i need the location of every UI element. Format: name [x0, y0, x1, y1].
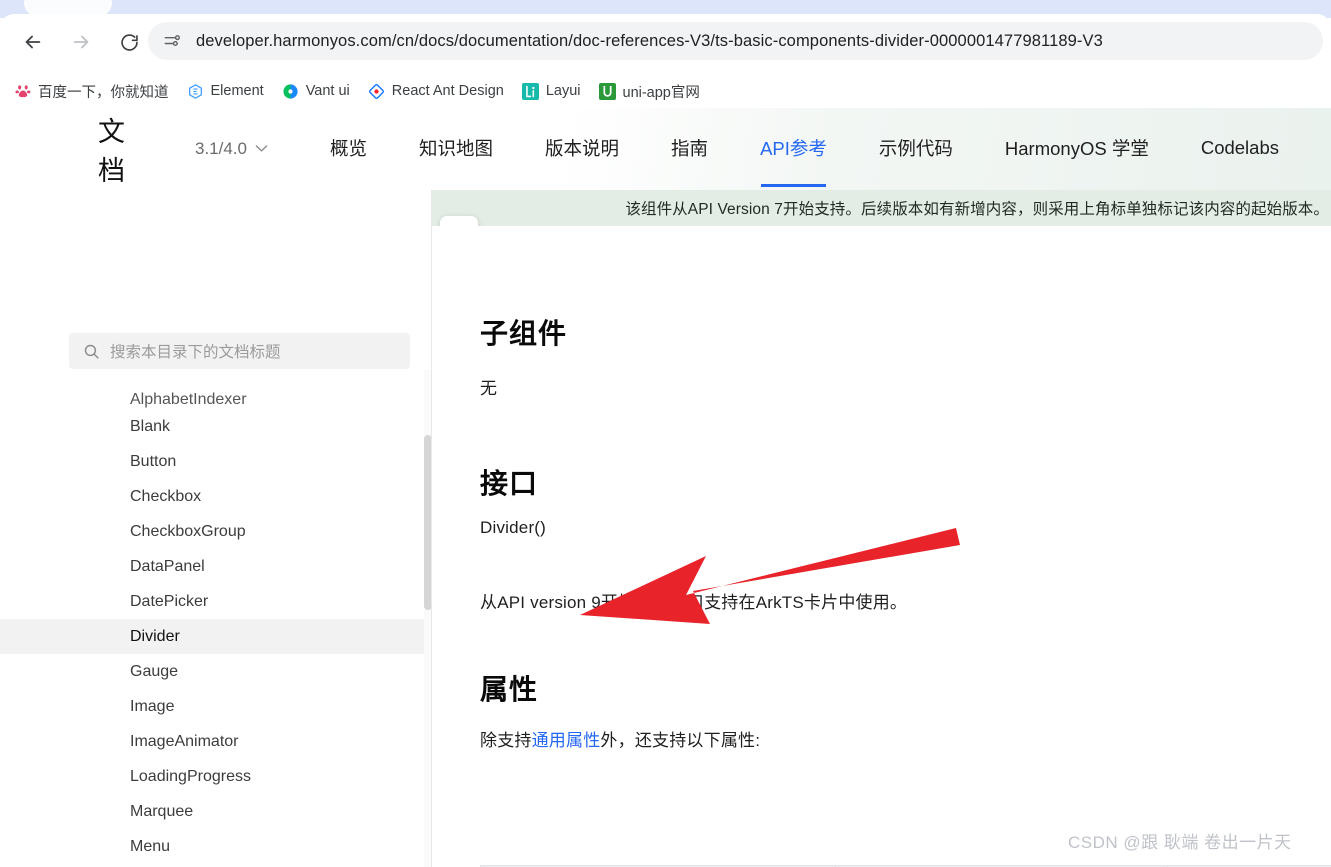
- baidu-favicon: [14, 83, 31, 100]
- bookmarks-bar: 百度一下，你就知道 Element Vant ui React Ant Desi…: [0, 76, 1331, 106]
- bookmark-uniapp[interactable]: uni-app官网: [598, 81, 700, 102]
- bookmark-baidu[interactable]: 百度一下，你就知道: [14, 81, 169, 102]
- sidebar-item-datapanel[interactable]: DataPanel: [0, 549, 425, 584]
- bookmark-layui[interactable]: Layui: [521, 82, 581, 100]
- sidebar-item-label: ImageAnimator: [130, 732, 239, 750]
- back-arrow-icon[interactable]: [16, 25, 50, 59]
- layui-favicon: [521, 82, 539, 100]
- subcomponent-body: 无: [480, 379, 498, 398]
- address-bar-url[interactable]: developer.harmonyos.com/cn/docs/document…: [196, 32, 1103, 51]
- sidebar-item-label: Divider: [130, 627, 180, 645]
- site-nav-item-api-reference[interactable]: API参考: [760, 135, 827, 187]
- attributes-intro-after: 外，还支持以下属性:: [600, 731, 761, 750]
- antdesign-favicon: [368, 83, 385, 100]
- sidebar-item-loadingprogress[interactable]: LoadingProgress: [0, 759, 425, 794]
- sidebar-item-gauge[interactable]: Gauge: [0, 654, 425, 689]
- sidebar-item-alphabetindexer[interactable]: AlphabetIndexer: [0, 385, 425, 409]
- csdn-watermark: CSDN @跟 耿端 卷出一片天: [1068, 833, 1292, 852]
- sidebar-scrollbar-thumb[interactable]: [424, 435, 431, 610]
- sidebar-item-imageanimator[interactable]: ImageAnimator: [0, 724, 425, 759]
- sidebar-item-blank[interactable]: Blank: [0, 409, 425, 444]
- bookmark-label: 百度一下，你就知道: [38, 84, 169, 101]
- site-nav-item-harmonyos-academy[interactable]: HarmonyOS 学堂: [1005, 135, 1149, 163]
- sidebar-item-datepicker[interactable]: DatePicker: [0, 584, 425, 619]
- bookmark-label: React Ant Design: [391, 83, 504, 99]
- site-nav: 概览 知识地图 版本说明 指南 API参考 示例代码 HarmonyOS 学堂 …: [330, 135, 1331, 187]
- site-nav-item-release-notes[interactable]: 版本说明: [545, 135, 619, 163]
- common-attributes-link[interactable]: 通用属性: [532, 731, 601, 750]
- site-nav-item-codelabs[interactable]: Codelabs: [1201, 137, 1279, 161]
- sidebar-item-label: DataPanel: [130, 557, 205, 575]
- version-selector-value: 3.1/4.0: [195, 139, 247, 158]
- vant-favicon: [282, 83, 299, 100]
- sidebar-item-label: DatePicker: [130, 592, 209, 610]
- attributes-intro: 除支持通用属性外，还支持以下属性:: [480, 726, 760, 751]
- sidebar-item-label: Gauge: [130, 662, 179, 680]
- doc-content: 子组件 无 接口 Divider() 从API version 9开始，该接口支…: [432, 226, 1331, 867]
- sidebar-item-label: Marquee: [130, 802, 194, 820]
- sidebar-item-menu[interactable]: Menu: [0, 829, 425, 864]
- interface-note: 从API version 9开始，该接口支持在ArkTS卡片中使用。: [480, 593, 908, 612]
- heading-subcomponent: 子组件: [480, 318, 568, 349]
- site-nav-item-guide[interactable]: 指南: [671, 135, 708, 163]
- sidebar-search-placeholder: 搜索本目录下的文档标题: [110, 344, 281, 361]
- sidebar-search-input[interactable]: 搜索本目录下的文档标题: [69, 333, 410, 369]
- bookmark-label: Layui: [545, 83, 581, 99]
- bookmark-element[interactable]: Element: [187, 83, 264, 100]
- version-selector[interactable]: 3.1/4.0: [195, 139, 268, 159]
- sidebar-item-button[interactable]: Button: [0, 444, 425, 479]
- bookmark-label: uni-app官网: [622, 84, 700, 101]
- interface-signature: Divider(): [480, 518, 547, 537]
- chevron-down-icon: [255, 142, 268, 156]
- site-brand[interactable]: 文档: [98, 110, 153, 188]
- sidebar-item-label: AlphabetIndexer: [130, 391, 247, 408]
- doc-sidebar: 搜索本目录下的文档标题 AlphabetIndexer Blank Button…: [0, 190, 432, 867]
- sidebar-item-label: Menu: [130, 837, 171, 855]
- heading-interface: 接口: [480, 468, 539, 499]
- api-version-notice-text: 该组件从API Version 7开始支持。后续版本如有新增内容，则采用上角标单…: [625, 201, 1329, 218]
- sidebar-item-label: Image: [130, 697, 175, 715]
- address-bar[interactable]: developer.harmonyos.com/cn/docs/document…: [148, 22, 1323, 60]
- sidebar-item-label: CheckboxGroup: [130, 522, 246, 540]
- sidebar-item-label: Button: [130, 452, 177, 470]
- page-viewport: 文档 3.1/4.0 概览 知识地图 版本说明 指南 API参考 示例代码 Ha…: [0, 108, 1331, 867]
- sidebar-item-label: Blank: [130, 417, 171, 435]
- sidebar-item-label: LoadingProgress: [130, 767, 251, 785]
- site-nav-item-knowledge-map[interactable]: 知识地图: [419, 135, 493, 163]
- sidebar-item-checkbox[interactable]: Checkbox: [0, 479, 425, 514]
- site-nav-item-overview[interactable]: 概览: [330, 135, 367, 163]
- attributes-intro-before: 除支持: [480, 731, 532, 750]
- forward-arrow-icon[interactable]: [64, 25, 98, 59]
- bookmark-label: Element: [210, 83, 264, 99]
- sidebar-item-divider[interactable]: Divider: [0, 619, 425, 654]
- uniapp-favicon: [598, 82, 616, 100]
- heading-attributes: 属性: [480, 674, 539, 705]
- bookmark-label: Vant ui: [305, 83, 350, 99]
- bookmark-react-ant-design[interactable]: React Ant Design: [368, 83, 504, 100]
- bookmark-vant-ui[interactable]: Vant ui: [282, 83, 350, 100]
- sidebar-item-label: Checkbox: [130, 487, 202, 505]
- api-version-notice: 该组件从API Version 7开始支持。后续版本如有新增内容，则采用上角标单…: [432, 190, 1331, 226]
- site-header: 文档 3.1/4.0 概览 知识地图 版本说明 指南 API参考 示例代码 Ha…: [0, 108, 1331, 190]
- element-favicon: [187, 83, 204, 100]
- sidebar-component-list: AlphabetIndexer Blank Button Checkbox Ch…: [0, 385, 425, 867]
- sidebar-item-checkboxgroup[interactable]: CheckboxGroup: [0, 514, 425, 549]
- sidebar-item-image[interactable]: Image: [0, 689, 425, 724]
- sidebar-item-marquee[interactable]: Marquee: [0, 794, 425, 829]
- search-icon: [83, 343, 100, 360]
- site-nav-item-sample-code[interactable]: 示例代码: [879, 135, 953, 163]
- site-settings-icon[interactable]: [162, 31, 182, 51]
- browser-window: developer.harmonyos.com/cn/docs/document…: [0, 0, 1331, 867]
- reload-icon[interactable]: [112, 25, 146, 59]
